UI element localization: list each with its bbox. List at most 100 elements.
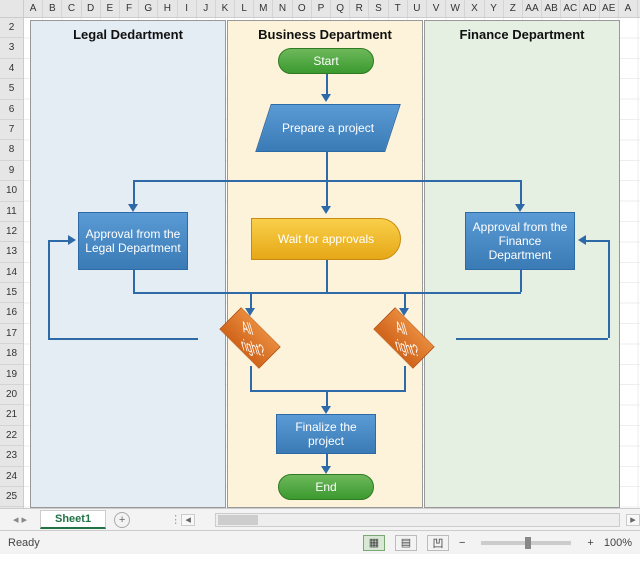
row-header[interactable]: 21 xyxy=(0,405,23,425)
add-sheet-button[interactable]: + xyxy=(114,512,130,528)
arrowhead-icon xyxy=(321,206,331,214)
tab-nav-buttons[interactable]: ◂ ▸ xyxy=(0,513,40,526)
row-header[interactable]: 7 xyxy=(0,120,23,140)
node-decision-right[interactable]: All right? xyxy=(334,310,474,366)
col-header[interactable]: V xyxy=(427,0,446,17)
node-decision-left[interactable]: All right? xyxy=(180,310,320,366)
col-header[interactable]: I xyxy=(178,0,197,17)
col-header[interactable]: AB xyxy=(542,0,561,17)
col-header[interactable]: H xyxy=(158,0,177,17)
row-header[interactable]: 16 xyxy=(0,303,23,323)
connector xyxy=(456,338,608,340)
row-header[interactable]: 5 xyxy=(0,79,23,99)
col-header[interactable]: E xyxy=(101,0,120,17)
col-header[interactable]: M xyxy=(254,0,273,17)
sheet-tab-bar: ◂ ▸ Sheet1 + ⋮ ◂ ▸ xyxy=(0,508,640,530)
col-header[interactable]: J xyxy=(197,0,216,17)
scroll-left-button[interactable]: ◂ xyxy=(181,514,195,526)
row-header[interactable]: 13 xyxy=(0,242,23,262)
col-header[interactable]: P xyxy=(312,0,331,17)
view-page-break-button[interactable]: 凹 xyxy=(427,535,449,551)
row-header[interactable]: 17 xyxy=(0,324,23,344)
connector xyxy=(48,338,198,340)
horizontal-scrollbar[interactable] xyxy=(215,513,620,527)
row-header[interactable]: 2 xyxy=(0,18,23,38)
row-header[interactable]: 15 xyxy=(0,283,23,303)
arrowhead-icon xyxy=(321,94,331,102)
node-finalize-project[interactable]: Finalize the project xyxy=(276,414,376,454)
col-header[interactable]: K xyxy=(216,0,235,17)
connector xyxy=(250,390,406,392)
row-header[interactable]: 25 xyxy=(0,487,23,507)
col-header[interactable]: Y xyxy=(485,0,504,17)
row-header[interactable]: 3 xyxy=(0,38,23,58)
col-header[interactable]: A xyxy=(619,0,638,17)
col-header[interactable]: C xyxy=(62,0,81,17)
col-header[interactable]: AE xyxy=(600,0,619,17)
status-bar: Ready ▦ ▤ 凹 − + 100% xyxy=(0,530,640,554)
connector xyxy=(608,240,610,338)
scrollbar-thumb[interactable] xyxy=(218,515,258,525)
row-header[interactable]: 9 xyxy=(0,161,23,181)
row-header[interactable]: 23 xyxy=(0,446,23,466)
col-header[interactable]: U xyxy=(408,0,427,17)
zoom-slider[interactable] xyxy=(481,541,571,545)
col-header[interactable]: L xyxy=(235,0,254,17)
row-header[interactable]: 18 xyxy=(0,344,23,364)
col-header[interactable]: W xyxy=(446,0,465,17)
row-header[interactable]: 22 xyxy=(0,426,23,446)
col-header[interactable]: T xyxy=(389,0,408,17)
column-header-row: A B C D E F G H I J K L M N O P Q R S T … xyxy=(0,0,640,18)
connector xyxy=(250,366,252,390)
row-header[interactable]: 10 xyxy=(0,181,23,201)
node-start[interactable]: Start xyxy=(278,48,374,74)
col-header[interactable]: AC xyxy=(561,0,580,17)
row-header[interactable]: 6 xyxy=(0,100,23,120)
col-header[interactable]: Q xyxy=(331,0,350,17)
node-end[interactable]: End xyxy=(278,474,374,500)
view-page-layout-button[interactable]: ▤ xyxy=(395,535,417,551)
col-header[interactable]: AA xyxy=(523,0,542,17)
row-header[interactable]: 12 xyxy=(0,222,23,242)
node-wait-approvals[interactable]: Wait for approvals xyxy=(251,218,401,260)
node-approval-finance[interactable]: Approval from the Finance Department xyxy=(465,212,575,270)
select-all-corner[interactable] xyxy=(0,0,24,17)
connector xyxy=(404,366,406,390)
node-prepare-project[interactable]: Prepare a project xyxy=(255,104,401,152)
connector xyxy=(520,270,522,292)
col-header[interactable]: G xyxy=(139,0,158,17)
row-header[interactable]: 11 xyxy=(0,202,23,222)
connector xyxy=(133,292,521,294)
row-header[interactable]: 24 xyxy=(0,467,23,487)
grid-icon: ▦ xyxy=(369,536,379,549)
col-header[interactable]: B xyxy=(43,0,62,17)
row-header[interactable]: 8 xyxy=(0,140,23,160)
col-header[interactable]: N xyxy=(273,0,292,17)
row-header[interactable]: 14 xyxy=(0,263,23,283)
col-header[interactable]: A xyxy=(24,0,43,17)
tab-split-handle[interactable]: ⋮ xyxy=(170,513,181,526)
zoom-in-button[interactable]: + xyxy=(587,537,593,549)
col-header[interactable]: O xyxy=(293,0,312,17)
row-header[interactable]: 19 xyxy=(0,365,23,385)
col-header[interactable]: R xyxy=(350,0,369,17)
tab-sheet1[interactable]: Sheet1 xyxy=(40,510,106,529)
col-header[interactable]: F xyxy=(120,0,139,17)
col-header[interactable]: X xyxy=(465,0,484,17)
zoom-out-button[interactable]: − xyxy=(459,537,465,549)
zoom-level[interactable]: 100% xyxy=(604,537,632,549)
col-header[interactable]: S xyxy=(369,0,388,17)
view-normal-button[interactable]: ▦ xyxy=(363,535,385,551)
worksheet-grid[interactable]: Legal Dedartment Business Department Fin… xyxy=(24,18,640,508)
row-header[interactable]: 4 xyxy=(0,59,23,79)
arrowhead-icon xyxy=(578,235,586,245)
scroll-right-button[interactable]: ▸ xyxy=(626,514,640,526)
zoom-slider-handle[interactable] xyxy=(525,537,531,549)
connector xyxy=(133,270,135,292)
row-header[interactable]: 20 xyxy=(0,385,23,405)
col-header[interactable]: D xyxy=(82,0,101,17)
flowchart-canvas[interactable]: Start Prepare a project Approval from th… xyxy=(30,20,630,508)
col-header[interactable]: Z xyxy=(504,0,523,17)
node-approval-legal[interactable]: Approval from the Legal Department xyxy=(78,212,188,270)
col-header[interactable]: AD xyxy=(580,0,599,17)
